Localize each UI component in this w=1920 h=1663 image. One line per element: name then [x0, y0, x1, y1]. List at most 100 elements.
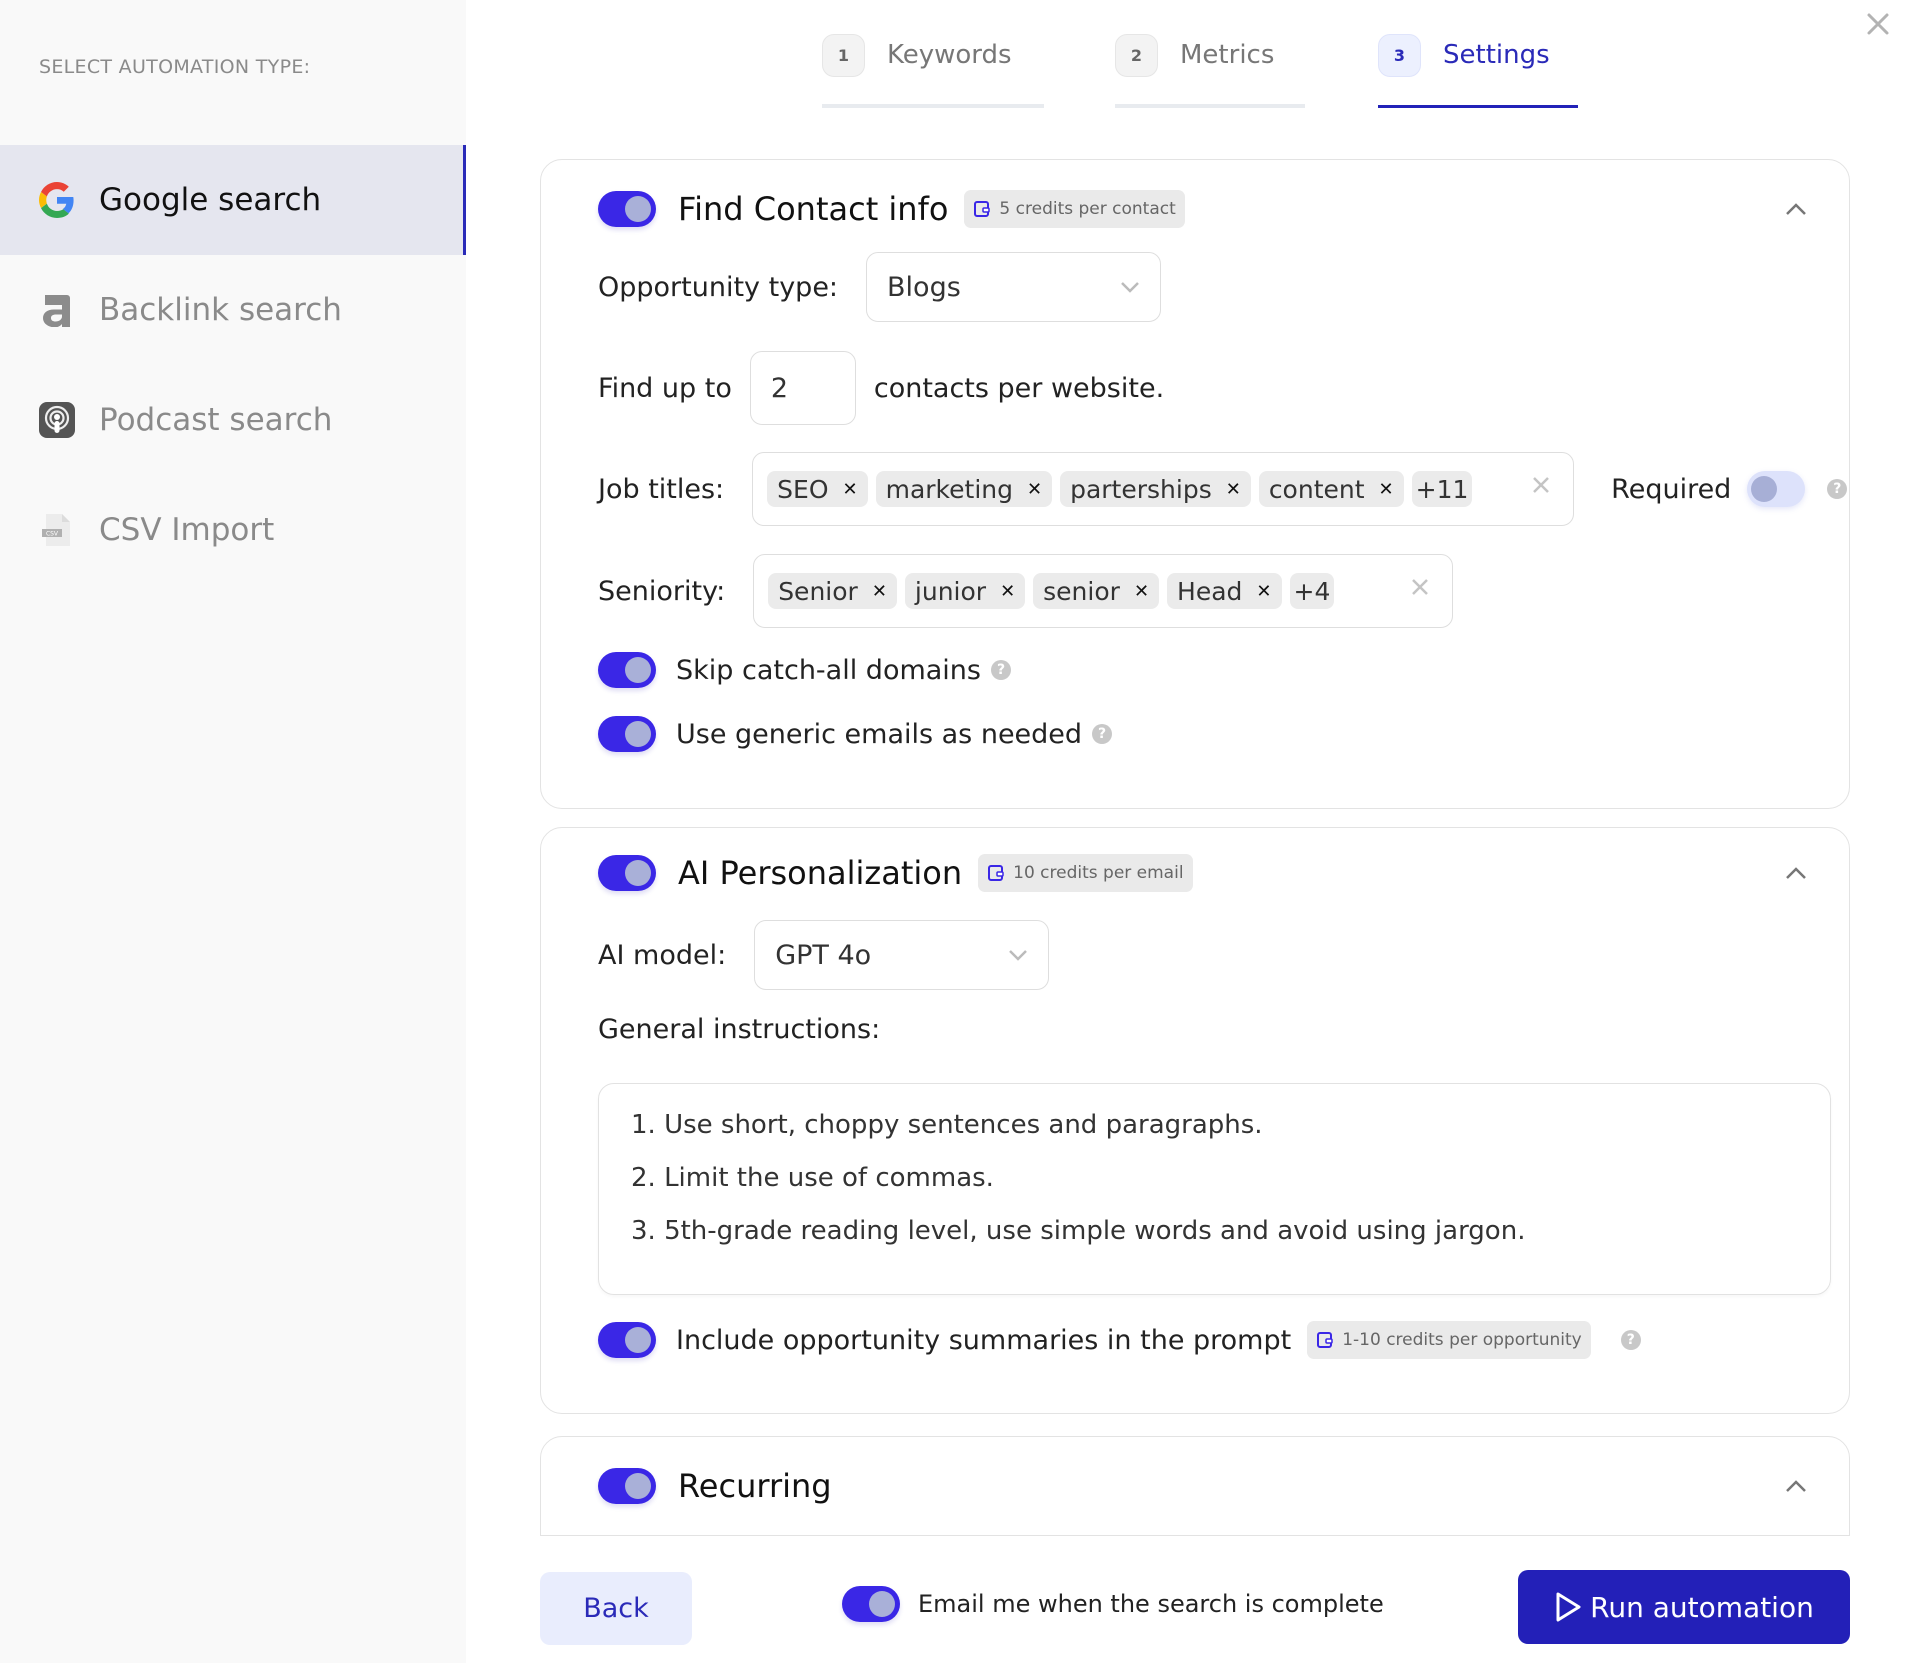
wallet-icon [1316, 1331, 1334, 1349]
required-toggle[interactable] [1747, 471, 1806, 507]
clear-all-icon[interactable] [1410, 577, 1430, 601]
tag-text: parterships [1070, 474, 1212, 504]
contacts-count-input[interactable]: 2 [749, 351, 856, 425]
selected-value: Blogs [887, 271, 961, 303]
find-contact-card: Find Contact info 5 credits per contact … [540, 159, 1850, 809]
remove-tag-icon[interactable]: ✕ [872, 581, 887, 602]
chevron-up-icon [1786, 203, 1806, 215]
skip-catch-all-toggle[interactable] [598, 652, 656, 688]
find-contact-toggle[interactable] [598, 191, 656, 227]
step-label: Metrics [1180, 40, 1275, 70]
instruction-line: 2. Limit the use of commas. [631, 1163, 994, 1193]
tag-text: SEO [777, 474, 829, 504]
remove-tag-icon[interactable]: ✕ [1379, 479, 1394, 500]
toggle-knob [1751, 476, 1778, 502]
tab-metrics[interactable]: 2 Metrics [1115, 34, 1305, 108]
card-title: AI Personalization [678, 854, 963, 892]
sidebar-item-label: CSV Import [99, 512, 275, 548]
sidebar-title: SELECT AUTOMATION TYPE: [39, 56, 311, 78]
chevron-down-icon [1121, 282, 1139, 293]
toggle-knob [625, 196, 651, 222]
ai-personalization-card: AI Personalization 10 credits per email … [540, 827, 1850, 1414]
chevron-up-icon [1786, 1480, 1806, 1492]
credits-badge: 1-10 credits per opportunity [1307, 1321, 1591, 1359]
sidebar-item-podcast-search[interactable]: Podcast search [0, 365, 466, 475]
chevron-up-icon [1786, 867, 1806, 879]
run-automation-label: Run automation [1590, 1590, 1814, 1624]
remove-tag-icon[interactable]: ✕ [1226, 479, 1241, 500]
remove-tag-icon[interactable]: ✕ [1134, 581, 1149, 602]
include-summaries-label: Include opportunity summaries in the pro… [676, 1324, 1292, 1356]
tab-settings[interactable]: 3 Settings [1378, 34, 1578, 108]
sidebar-item-backlink-search[interactable]: Backlink search [0, 255, 466, 365]
credits-badge: 5 credits per contact [964, 190, 1185, 228]
sidebar-item-csv-import[interactable]: CSV CSV Import [0, 475, 466, 585]
sidebar: SELECT AUTOMATION TYPE: Google search Ba… [0, 0, 466, 1663]
seniority-tag: senior ✕ [1033, 573, 1160, 609]
sidebar-item-label: Backlink search [99, 292, 342, 328]
credits-text: 5 credits per contact [999, 199, 1176, 219]
wallet-icon [987, 864, 1005, 882]
clear-all-icon[interactable] [1531, 475, 1551, 499]
job-titles-input[interactable]: SEO ✕ marketing ✕ parterships ✕ content ✕ +1… [752, 452, 1575, 526]
back-button[interactable]: Back [540, 1572, 692, 1645]
step-number: 3 [1378, 34, 1421, 77]
step-underline [822, 104, 1044, 108]
step-number: 2 [1115, 34, 1158, 77]
general-instructions-textarea[interactable]: 1. Use short, choppy sentences and parag… [598, 1083, 1831, 1295]
step-number: 1 [822, 34, 865, 77]
required-label: Required [1611, 473, 1732, 505]
tag-text: marketing [885, 474, 1013, 504]
help-icon[interactable]: ? [1827, 479, 1848, 499]
remove-tag-icon[interactable]: ✕ [843, 479, 858, 500]
skip-catch-all-label: Skip catch-all domains [676, 654, 981, 686]
remove-tag-icon[interactable]: ✕ [1027, 479, 1042, 500]
generic-emails-label: Use generic emails as needed [676, 718, 1083, 750]
seniority-tag: junior ✕ [904, 573, 1026, 609]
toggle-knob [625, 1327, 651, 1353]
card-title: Find Contact info [678, 190, 949, 228]
recurring-toggle[interactable] [598, 1468, 656, 1504]
help-icon[interactable]: ? [1620, 1330, 1641, 1350]
seniority-tag: Head ✕ [1167, 573, 1282, 609]
include-summaries-toggle[interactable] [598, 1322, 656, 1358]
collapse-button[interactable] [1781, 194, 1811, 224]
ai-personalization-toggle[interactable] [598, 855, 656, 891]
collapse-button[interactable] [1781, 858, 1811, 888]
more-tags-count[interactable]: +11 [1411, 471, 1473, 507]
card-title: Recurring [678, 1467, 832, 1505]
seniority-input[interactable]: Senior ✕ junior ✕ senior ✕ Head ✕ +4 [753, 554, 1454, 628]
ahrefs-a-icon [38, 291, 76, 329]
ai-model-select[interactable]: GPT 4o [754, 920, 1050, 990]
selected-value: GPT 4o [775, 939, 872, 971]
google-icon [38, 181, 76, 219]
email-me-label: Email me when the search is complete [918, 1590, 1384, 1618]
toggle-knob [869, 1591, 895, 1617]
close-icon [1867, 13, 1889, 35]
recurring-card: Recurring [540, 1436, 1850, 1536]
toggle-knob [625, 860, 651, 886]
credits-text: 1-10 credits per opportunity [1342, 1330, 1582, 1350]
step-underline [1378, 105, 1578, 108]
remove-tag-icon[interactable]: ✕ [1256, 581, 1271, 602]
email-notification-row: Email me when the search is complete [842, 1586, 1384, 1622]
find-up-to-label: Find up to [598, 372, 732, 404]
help-icon[interactable]: ? [1092, 724, 1113, 744]
sidebar-item-google-search[interactable]: Google search [0, 145, 466, 255]
remove-tag-icon[interactable]: ✕ [1000, 581, 1015, 602]
more-tags-count[interactable]: +4 [1289, 573, 1335, 609]
play-icon [1554, 1591, 1582, 1623]
email-me-toggle[interactable] [842, 1586, 900, 1622]
tag-text: senior [1043, 576, 1120, 606]
tab-keywords[interactable]: 1 Keywords [822, 34, 1044, 108]
ai-model-label: AI model: [598, 939, 727, 971]
job-title-tag: content ✕ [1258, 471, 1404, 507]
run-automation-button[interactable]: Run automation [1518, 1570, 1850, 1644]
close-button[interactable] [1860, 6, 1896, 42]
credits-text: 10 credits per email [1013, 863, 1184, 883]
help-icon[interactable]: ? [991, 660, 1011, 680]
opportunity-type-select[interactable]: Blogs [866, 252, 1162, 322]
generic-emails-toggle[interactable] [598, 716, 656, 752]
tag-text: junior [914, 576, 987, 606]
collapse-button[interactable] [1781, 1471, 1811, 1501]
